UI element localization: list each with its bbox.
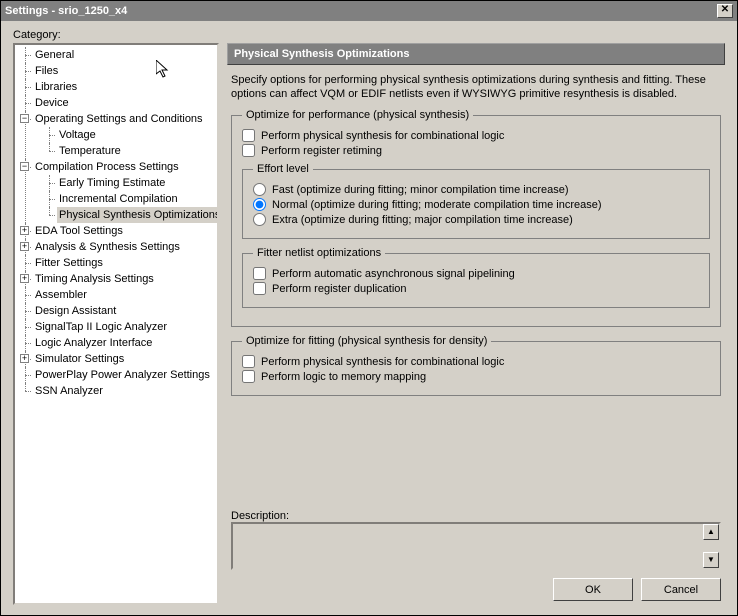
chk-label: Perform automatic asynchronous signal pi… — [272, 268, 515, 280]
content-area: Category: General Files Libraries Device… — [1, 21, 737, 615]
group-optimize-performance: Optimize for performance (physical synth… — [231, 109, 721, 327]
chk-register-retiming[interactable] — [242, 144, 255, 157]
expander-icon[interactable]: + — [20, 242, 29, 251]
tree-item-signaltap[interactable]: SignalTap II Logic Analyzer — [33, 319, 169, 335]
tree-item-files[interactable]: Files — [33, 63, 60, 79]
group-fitter-netlist: Fitter netlist optimizations Perform aut… — [242, 247, 710, 308]
rad-label: Fast (optimize during fitting; minor com… — [272, 184, 569, 196]
group-legend: Fitter netlist optimizations — [253, 247, 385, 259]
tree-item-logic-analyzer[interactable]: Logic Analyzer Interface — [33, 335, 154, 351]
group-optimize-fitting: Optimize for fitting (physical synthesis… — [231, 335, 721, 396]
titlebar: Settings - srio_1250_x4 ✕ — [1, 1, 737, 21]
expander-icon[interactable]: − — [20, 162, 29, 171]
chk-label: Perform physical synthesis for combinati… — [261, 356, 504, 368]
tree-item-assembler[interactable]: Assembler — [33, 287, 89, 303]
chk-register-duplication[interactable] — [253, 282, 266, 295]
rad-fast[interactable] — [253, 183, 266, 196]
chk-async-pipelining[interactable] — [253, 267, 266, 280]
group-legend: Optimize for fitting (physical synthesis… — [242, 335, 491, 347]
tree-item-design-assist[interactable]: Design Assistant — [33, 303, 118, 319]
panel-title: Physical Synthesis Optimizations — [227, 43, 725, 65]
tree-item-fitter[interactable]: Fitter Settings — [33, 255, 105, 271]
chk-label: Perform register retiming — [261, 145, 382, 157]
panel-intro: Specify options for performing physical … — [231, 73, 721, 101]
button-row: OK Cancel — [231, 570, 721, 601]
tree-item-incremental[interactable]: Incremental Compilation — [57, 191, 180, 207]
scroll-up-icon[interactable]: ▲ — [703, 524, 719, 540]
category-label: Category: — [13, 29, 725, 41]
expander-icon[interactable]: + — [20, 226, 29, 235]
chk-label: Perform physical synthesis for combinati… — [261, 130, 504, 142]
tree-item-compilation[interactable]: Compilation Process Settings — [33, 159, 181, 175]
close-button[interactable]: ✕ — [717, 4, 733, 18]
tree-item-simulator[interactable]: Simulator Settings — [33, 351, 126, 367]
group-legend: Effort level — [253, 163, 313, 175]
tree-item-eda[interactable]: EDA Tool Settings — [33, 223, 125, 239]
tree-item-general[interactable]: General — [33, 47, 76, 63]
tree-item-device[interactable]: Device — [33, 95, 71, 111]
rad-extra[interactable] — [253, 213, 266, 226]
rad-label: Extra (optimize during fitting; major co… — [272, 214, 573, 226]
rad-normal[interactable] — [253, 198, 266, 211]
expander-icon[interactable]: + — [20, 354, 29, 363]
expander-icon[interactable]: + — [20, 274, 29, 283]
tree-item-temperature[interactable]: Temperature — [57, 143, 123, 159]
window-title: Settings - srio_1250_x4 — [5, 5, 127, 17]
cancel-button[interactable]: Cancel — [641, 578, 721, 601]
tree-item-timing[interactable]: Timing Analysis Settings — [33, 271, 156, 287]
main-area: General Files Libraries Device − Operati… — [13, 43, 725, 605]
tree-item-operating[interactable]: Operating Settings and Conditions — [33, 111, 205, 127]
group-effort-level: Effort level Fast (optimize during fitti… — [242, 163, 710, 239]
panel-body: Specify options for performing physical … — [227, 65, 725, 605]
tree-item-analysis[interactable]: Analysis & Synthesis Settings — [33, 239, 182, 255]
tree-item-phys-synth[interactable]: Physical Synthesis Optimizations — [57, 207, 219, 223]
description-area: Description: ▲ ▼ — [231, 510, 721, 570]
tree-item-libraries[interactable]: Libraries — [33, 79, 79, 95]
expander-icon[interactable]: − — [20, 114, 29, 123]
chk-label: Perform register duplication — [272, 283, 407, 295]
chk-logic-memory-mapping[interactable] — [242, 370, 255, 383]
ok-button[interactable]: OK — [553, 578, 633, 601]
settings-panel: Physical Synthesis Optimizations Specify… — [227, 43, 725, 605]
tree-item-powerplay[interactable]: PowerPlay Power Analyzer Settings — [33, 367, 212, 383]
description-textbox[interactable]: ▲ ▼ — [231, 522, 721, 570]
tree-item-ssn[interactable]: SSN Analyzer — [33, 383, 105, 399]
group-legend: Optimize for performance (physical synth… — [242, 109, 473, 121]
rad-label: Normal (optimize during fitting; moderat… — [272, 199, 602, 211]
chk-label: Perform logic to memory mapping — [261, 371, 426, 383]
settings-window: Settings - srio_1250_x4 ✕ Category: Gene… — [0, 0, 738, 616]
scroll-down-icon[interactable]: ▼ — [703, 552, 719, 568]
chk-combinational-logic[interactable] — [242, 129, 255, 142]
description-label: Description: — [231, 510, 721, 522]
tree-item-voltage[interactable]: Voltage — [57, 127, 98, 143]
chk-combinational-logic-fit[interactable] — [242, 355, 255, 368]
tree-item-early-timing[interactable]: Early Timing Estimate — [57, 175, 167, 191]
category-tree[interactable]: General Files Libraries Device − Operati… — [13, 43, 219, 605]
